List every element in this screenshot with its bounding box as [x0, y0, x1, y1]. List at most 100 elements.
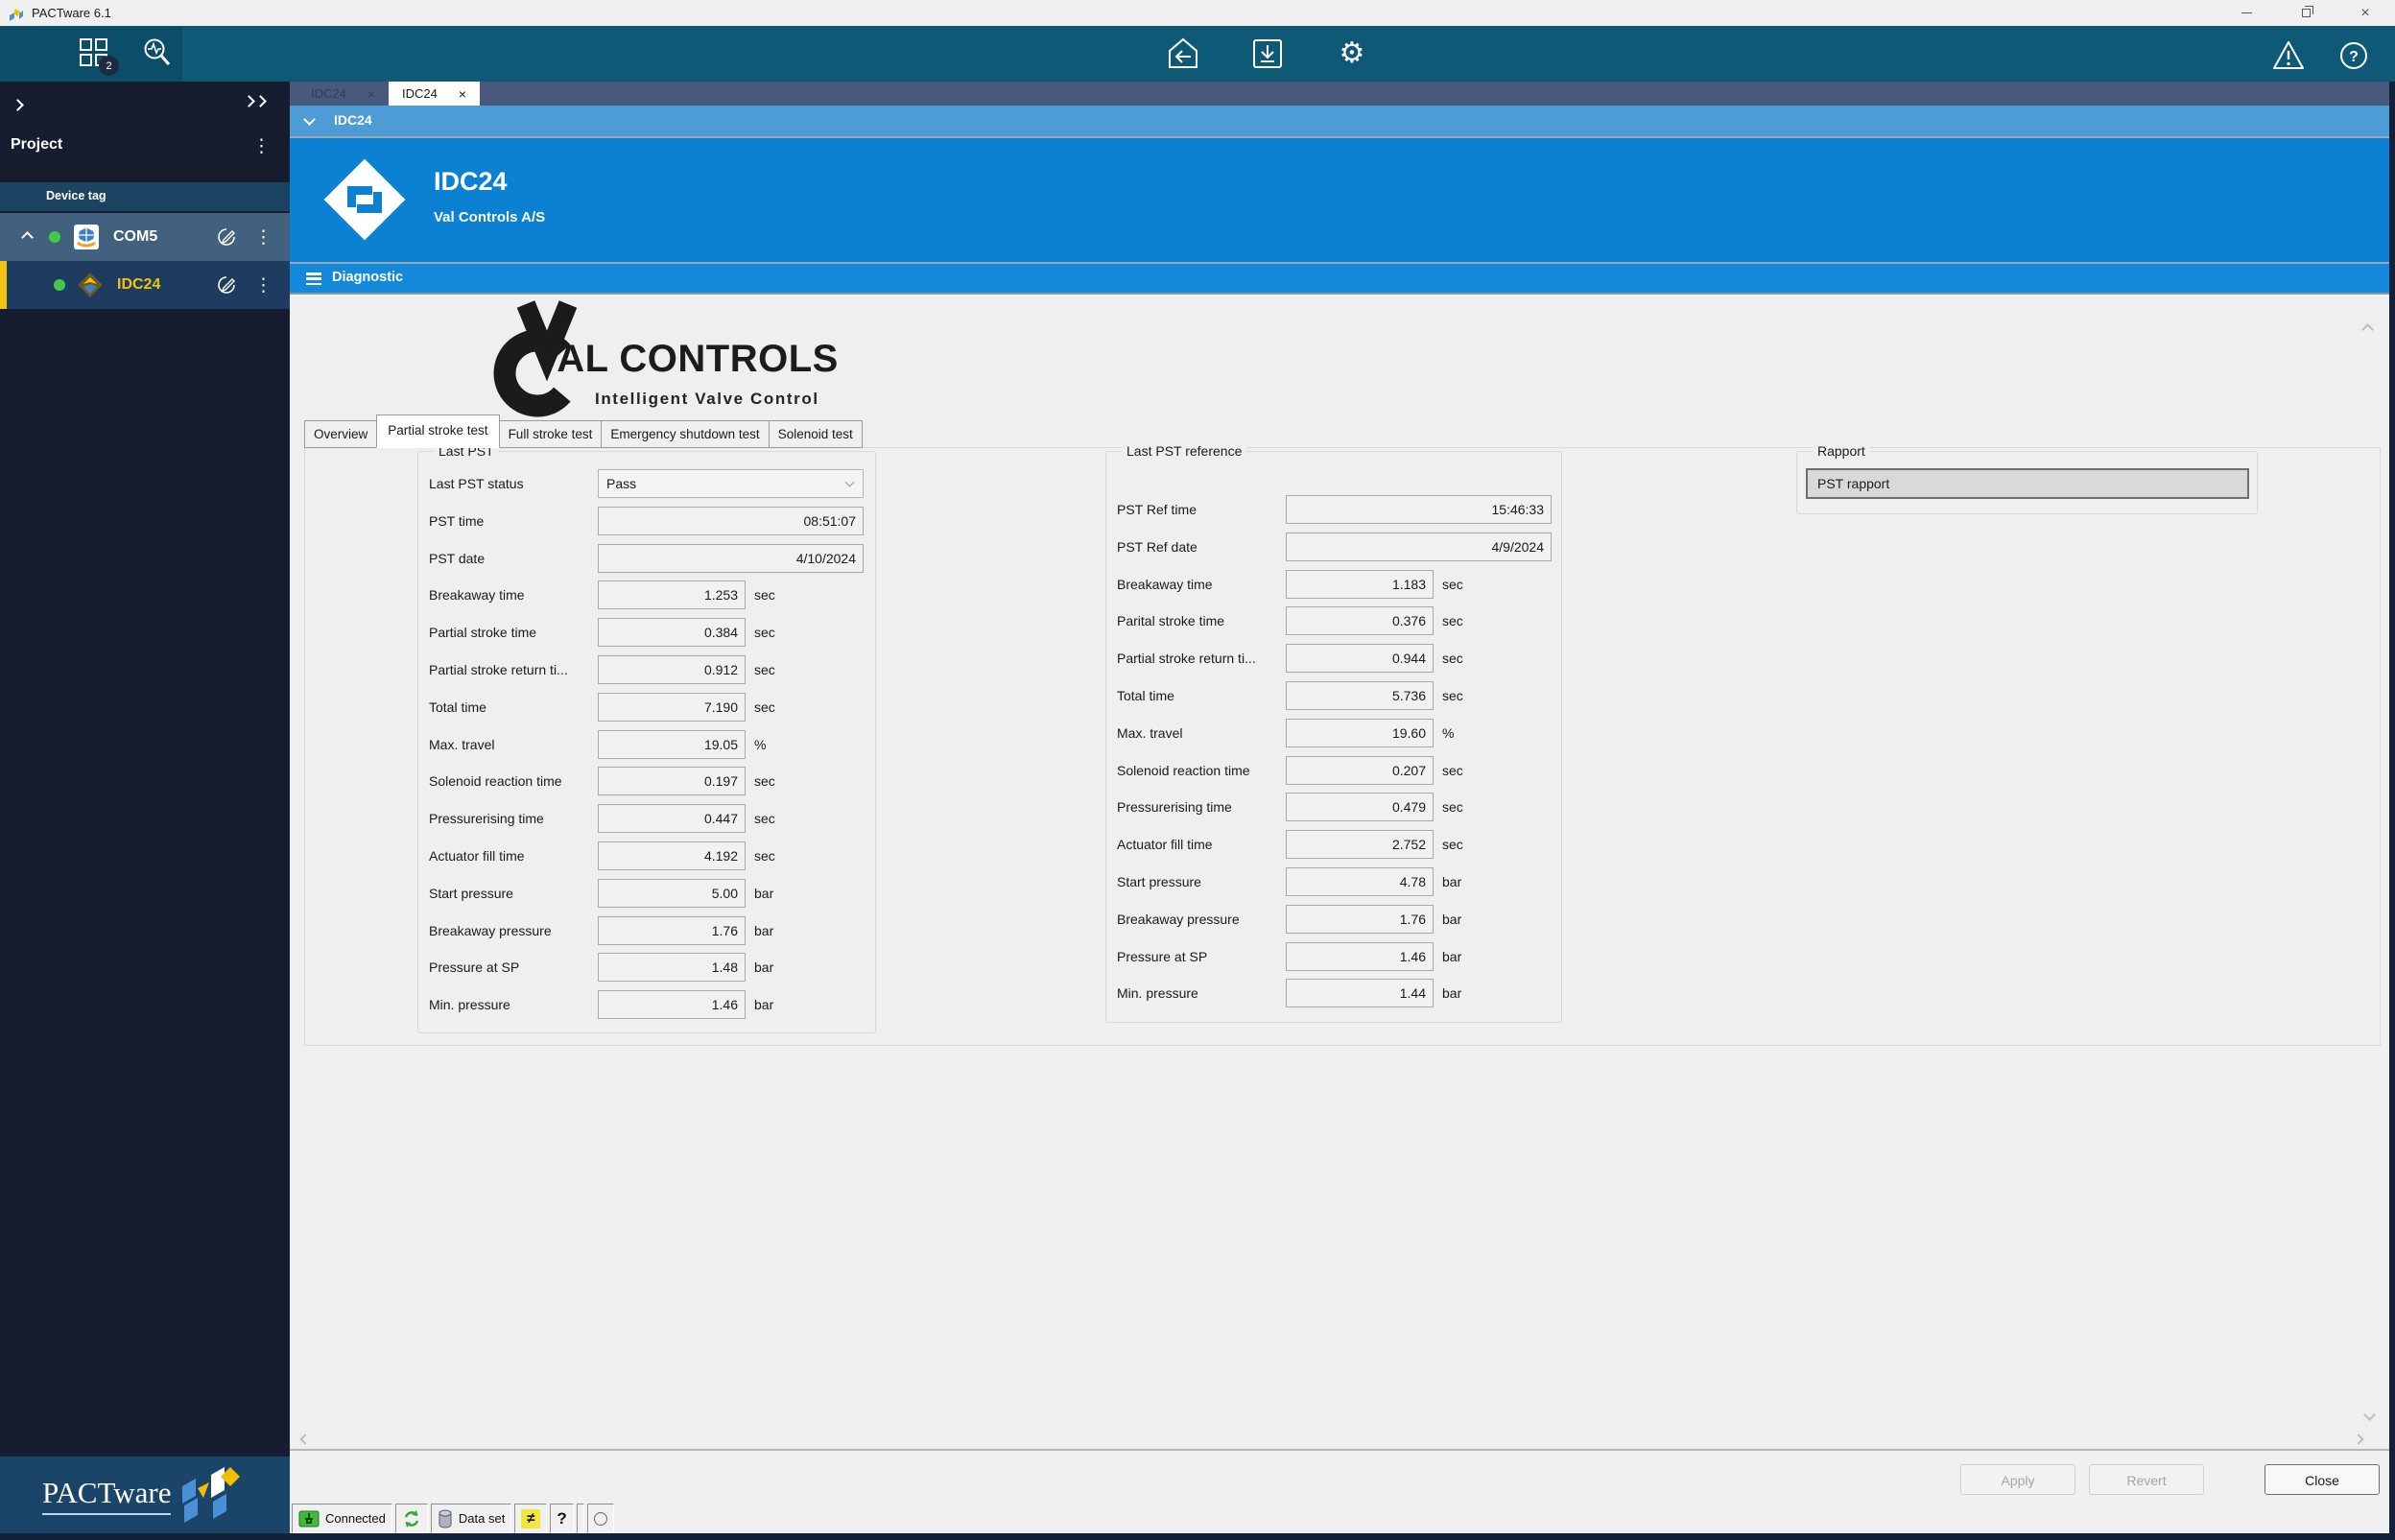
field-value[interactable]: 0.479	[1286, 793, 1434, 822]
device-collapse-band[interactable]: IDC24	[290, 106, 2395, 136]
window-title: PACTware 6.1	[32, 6, 111, 20]
field-value[interactable]: 0.447	[598, 804, 746, 834]
scroll-up-icon[interactable]	[2361, 323, 2374, 336]
field-value[interactable]: 19.60	[1286, 718, 1434, 747]
last-pst-status-dropdown[interactable]: Pass	[598, 469, 864, 498]
test-tab[interactable]: Partial stroke test	[376, 415, 500, 448]
pst-field-row: Breakaway time 1.253 sec	[418, 580, 875, 610]
edit-pen-icon[interactable]	[214, 225, 239, 249]
collapse-node-icon[interactable]	[21, 230, 34, 244]
circle-indicator-icon	[593, 1511, 607, 1526]
restore-button[interactable]	[2276, 0, 2336, 26]
test-tab[interactable]: Overview	[304, 420, 378, 448]
svg-text:?: ?	[2349, 49, 2359, 65]
chevron-down-icon	[303, 113, 316, 126]
field-value[interactable]: 1.76	[598, 915, 746, 945]
field-value[interactable]: 4.192	[598, 841, 746, 870]
field-label: Last PST status	[429, 476, 524, 491]
diagnostic-menu-bar[interactable]: Diagnostic	[290, 262, 2395, 295]
scroll-left-icon[interactable]	[299, 1433, 311, 1445]
field-value[interactable]: 0.912	[598, 654, 746, 684]
close-icon[interactable]: ×	[459, 86, 466, 102]
test-tab-label: Full stroke test	[508, 427, 593, 441]
test-tab[interactable]: Full stroke test	[498, 420, 603, 448]
field-value[interactable]: 19.05	[598, 729, 746, 759]
help-icon[interactable]: ?	[2336, 37, 2372, 74]
node-menu-icon[interactable]: ⋮	[254, 276, 273, 295]
field-value[interactable]: 0.207	[1286, 755, 1434, 785]
horizontal-scrollbar[interactable]	[290, 1430, 2395, 1451]
pst-field-row: PST date 4/10/2024	[418, 543, 875, 573]
field-label: Max. travel	[429, 736, 495, 752]
test-tab-label: Emergency shutdown test	[610, 427, 760, 441]
test-tab[interactable]: Emergency shutdown test	[601, 420, 770, 448]
field-value[interactable]: 7.190	[598, 692, 746, 722]
settings-gear-icon[interactable]: ⚙	[1334, 36, 1370, 72]
close-window-button[interactable]: ×	[2336, 0, 2395, 26]
field-value[interactable]: 15:46:33	[1286, 495, 1552, 524]
question-icon: ?	[557, 1508, 567, 1528]
device-header: IDC24 Val Controls A/S	[290, 136, 2395, 262]
field-value[interactable]: 4.78	[1286, 866, 1434, 896]
device-search-icon[interactable]	[140, 36, 177, 72]
warning-icon[interactable]	[2270, 37, 2307, 74]
edit-pen-icon[interactable]	[214, 272, 239, 297]
revert-button[interactable]: Revert	[2089, 1464, 2204, 1495]
field-value[interactable]: 1.46	[1286, 941, 1434, 971]
field-value[interactable]: 1.44	[1286, 979, 1434, 1008]
rapport-group: Rapport PST rapport	[1796, 443, 2258, 514]
close-icon[interactable]: ×	[368, 86, 375, 102]
field-unit: %	[1442, 724, 1455, 741]
field-label: Pressurerising time	[429, 811, 544, 827]
minimize-button[interactable]	[2217, 0, 2276, 26]
field-value[interactable]: 5.00	[598, 878, 746, 908]
device-tag-header: Device tag	[0, 182, 290, 211]
field-value[interactable]: 08:51:07	[598, 506, 864, 535]
node-menu-icon[interactable]: ⋮	[254, 228, 273, 247]
field-value[interactable]: 0.376	[1286, 606, 1434, 636]
test-tab[interactable]: Solenoid test	[768, 420, 863, 448]
download-data-icon[interactable]	[1249, 36, 1286, 72]
field-unit: sec	[754, 811, 775, 827]
pst-ref-field-row: Min. pressure 1.44 bar	[1106, 979, 1561, 1008]
expand-panel-icon[interactable]	[12, 97, 24, 114]
home-back-icon[interactable]	[1165, 36, 1201, 72]
field-value[interactable]: 2.752	[1286, 830, 1434, 860]
field-value[interactable]: 0.944	[1286, 644, 1434, 674]
field-value[interactable]: 1.76	[1286, 904, 1434, 934]
field-value[interactable]: 1.46	[598, 990, 746, 1020]
pst-field-row: Breakaway pressure 1.76 bar	[418, 915, 875, 945]
apply-button[interactable]: Apply	[1960, 1464, 2075, 1495]
field-value[interactable]: 1.253	[598, 580, 746, 610]
topology-grid-icon[interactable]: 2	[77, 36, 119, 76]
field-value[interactable]: 4/10/2024	[598, 543, 864, 573]
brand-tagline: Intelligent Valve Control	[595, 390, 819, 408]
scroll-down-icon[interactable]	[2363, 1409, 2376, 1421]
close-button[interactable]: Close	[2265, 1464, 2380, 1495]
field-value[interactable]: 5.736	[1286, 680, 1434, 710]
pst-ref-field-row: Max. travel 19.60 %	[1106, 718, 1561, 747]
field-value[interactable]: 1.48	[598, 953, 746, 983]
document-tab[interactable]: IDC24 ×	[389, 82, 481, 106]
tree-node-com5[interactable]: COM5 ⋮	[0, 213, 290, 261]
collapse-panel-icon[interactable]	[243, 95, 267, 107]
pst-rapport-button[interactable]: PST rapport	[1806, 468, 2249, 499]
help-status-panel: ?	[550, 1504, 574, 1533]
not-equal-panel: ≠	[514, 1504, 548, 1533]
dropdown-value: Pass	[606, 476, 637, 491]
field-unit: bar	[754, 922, 774, 938]
field-value[interactable]: 0.384	[598, 618, 746, 648]
field-value[interactable]: 0.197	[598, 767, 746, 796]
pst-ref-field-row: Solenoid reaction time 0.207 sec	[1106, 755, 1561, 785]
field-unit: bar	[1442, 948, 1462, 964]
tree-node-idc24[interactable]: IDC24 ⋮	[0, 261, 290, 309]
scroll-right-icon[interactable]	[2353, 1433, 2364, 1445]
topology-count-badge: 2	[99, 56, 119, 76]
field-value[interactable]: 4/9/2024	[1286, 532, 1552, 561]
project-menu-icon[interactable]: ⋮	[252, 137, 271, 155]
menu-icon[interactable]	[306, 272, 321, 288]
pst-field-row: Solenoid reaction time 0.197 sec	[418, 767, 875, 796]
field-value[interactable]: 1.183	[1286, 569, 1434, 599]
document-tab[interactable]: IDC24 ×	[297, 82, 389, 106]
field-unit: %	[754, 736, 767, 752]
